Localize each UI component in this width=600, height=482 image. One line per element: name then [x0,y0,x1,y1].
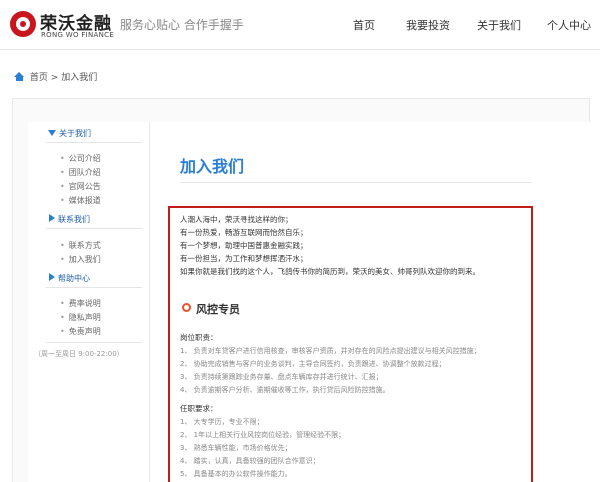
sidebar-item-contact-info[interactable]: 联系方式 [60,240,101,251]
sidebar-item-company-intro[interactable]: 公司介绍 [60,153,101,164]
intro-line: 有一个梦想，助理中国普惠金融实践； [180,241,308,250]
divider [46,342,142,343]
duty-item: 3、 负责持续第跟踪业务存量、盘点车辆库存并进行统计、汇报； [180,373,383,381]
requirement-item: 4、 踏实，认真，具备较强的团队合作意识； [180,457,320,465]
sidebar-item-disclaimer[interactable]: 免责声明 [60,326,101,337]
logo-english-name: RONG WO FINANCE [41,31,115,39]
sidebar-item-privacy[interactable]: 隐私声明 [60,312,101,323]
requirement-item: 2、 1年以上相关行业风控岗位经验，管理经验不限； [180,431,346,439]
home-icon [14,72,25,81]
caret-down-icon [48,130,56,136]
caret-right-icon [49,273,55,281]
intro-line: 有一份热爱，畅游互联网而怡然自乐； [180,228,308,237]
duty-item: 2、 协助完成销售与客户的业务谈判，主导合同签约，负责跟进、协调整个放款过程； [180,360,446,368]
breadcrumb-current: 加入我们 [61,73,98,83]
nav-invest[interactable]: 我要投资 [406,17,450,33]
requirement-item: 5、 具备基本的办公软件操作能力。 [180,470,292,478]
caret-right-icon [49,214,55,222]
requirement-item: 1、 大专学历，专业不限； [180,418,264,426]
duties-heading: 岗位职责： [180,333,218,342]
logo[interactable]: 荣沃金融 RONG WO FINANCE [10,9,114,41]
sidebar-item-media[interactable]: 媒体报道 [60,195,101,206]
sidebar-group-contact-us[interactable]: 联系我们 [48,214,90,225]
divider [46,287,142,288]
divider [46,228,142,229]
logo-mark-icon [10,11,36,37]
breadcrumb-home[interactable]: 首页 [30,73,48,83]
sidebar-item-fee-explanation[interactable]: 费率说明 [60,298,101,309]
circle-bullet-icon [182,303,191,312]
nav-about-us[interactable]: 关于我们 [477,17,521,33]
breadcrumb-separator: > [50,73,59,83]
nav-personal-center[interactable]: 个人中心 [547,17,591,33]
breadcrumb: 首页 > 加入我们 [14,70,97,83]
duty-item: 4、 负责逾期客户分析、逾期催收等工作，执行贷后风险防控措施。 [180,386,390,394]
site-header: 荣沃金融 RONG WO FINANCE 服务心贴心 合作手握手 首页 我要投资… [0,0,600,50]
sidebar-item-announcements[interactable]: 官网公告 [60,181,101,192]
requirement-item: 3、 熟悉车辆性能，市场价格优先； [180,444,292,452]
nav-home[interactable]: 首页 [353,17,375,33]
page-title: 加入我们 [180,157,245,176]
sidebar-item-join-us[interactable]: 加入我们 [60,254,101,265]
sidebar-group-help-center[interactable]: 帮助中心 [48,273,90,284]
intro-line: 有一份担当，为工作和梦想挥洒汗水； [180,254,308,263]
position-title: 风控专员 [196,303,240,316]
requirements-heading: 任职要求： [180,404,218,413]
slogan: 服务心贴心 合作手握手 [120,18,244,32]
sidebar-group-about-us[interactable]: 关于我们 [48,128,91,139]
divider [46,142,142,143]
divider [180,182,532,183]
sidebar-item-team-intro[interactable]: 团队介绍 [60,167,101,178]
intro-line: 人潮人海中，荣沃寻找这样的你； [180,215,293,224]
sidebar: 关于我们 公司介绍 团队介绍 官网公告 媒体报道 联系我们 联系方式 加入我们 … [28,122,150,482]
intro-line: 如果你就是我们找的这个人，飞鸽传书你的简历到，荣沃的美女、帅哥列队欢迎你的到来。 [180,267,480,276]
service-hours: （周一至周日 9:00-22:00） [34,350,124,358]
duty-item: 1、 负责对车贷客户进行信用核查，审核客户资质，并对存在的风险点提出建议与相关风… [180,347,481,355]
